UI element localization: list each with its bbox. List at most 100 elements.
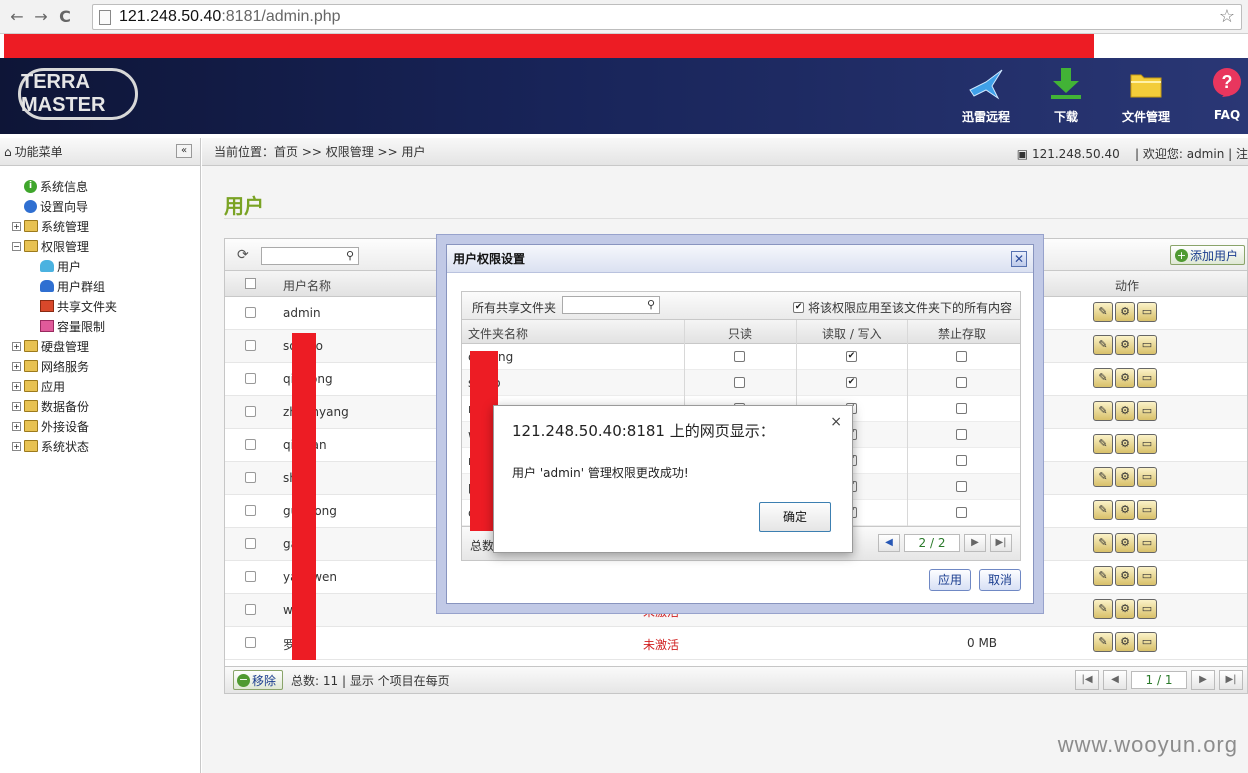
expand-icon[interactable]: + xyxy=(12,361,21,371)
first-page-button[interactable]: |◀ xyxy=(1075,670,1099,690)
quota-icon[interactable]: ▭ xyxy=(1137,302,1157,322)
row-checkbox[interactable] xyxy=(245,373,256,384)
last-page-button[interactable]: ▶| xyxy=(1219,670,1243,690)
search-input[interactable]: ⚲ xyxy=(261,247,359,265)
permission-icon[interactable]: ⚙ xyxy=(1115,434,1135,454)
edit-icon[interactable]: ✎ xyxy=(1093,401,1113,421)
deny-checkbox[interactable] xyxy=(956,429,967,440)
back-button[interactable]: ← xyxy=(6,6,28,28)
edit-icon[interactable]: ✎ xyxy=(1093,467,1113,487)
sidebar-item-external-devices[interactable]: + 外接设备 xyxy=(12,416,200,436)
sidebar-item-system-status[interactable]: + 系统状态 xyxy=(12,436,200,456)
last-page-button[interactable]: ▶| xyxy=(990,534,1012,552)
sidebar-item-applications[interactable]: + 应用 xyxy=(12,376,200,396)
remove-button[interactable]: − 移除 xyxy=(233,670,284,690)
permission-icon[interactable]: ⚙ xyxy=(1115,302,1135,322)
quota-icon[interactable]: ▭ xyxy=(1137,632,1157,652)
quota-icon[interactable]: ▭ xyxy=(1137,500,1157,520)
folder-search-input[interactable]: ⚲ xyxy=(562,296,660,314)
readwrite-checkbox[interactable]: ✔ xyxy=(846,377,857,388)
edit-icon[interactable]: ✎ xyxy=(1093,533,1113,553)
row-checkbox[interactable] xyxy=(245,604,256,615)
sidebar-item-data-backup[interactable]: + 数据备份 xyxy=(12,396,200,416)
quota-icon[interactable]: ▭ xyxy=(1137,467,1157,487)
quota-icon[interactable]: ▭ xyxy=(1137,533,1157,553)
sidebar-item-setup-wizard[interactable]: 设置向导 xyxy=(12,196,200,216)
deny-checkbox[interactable] xyxy=(956,481,967,492)
sidebar-item-permission-management[interactable]: − 权限管理 xyxy=(12,236,200,256)
permission-icon[interactable]: ⚙ xyxy=(1115,599,1135,619)
edit-icon[interactable]: ✎ xyxy=(1093,500,1113,520)
sidebar-item-users[interactable]: 用户 xyxy=(12,256,200,276)
quota-icon[interactable]: ▭ xyxy=(1137,566,1157,586)
row-checkbox[interactable] xyxy=(245,571,256,582)
close-icon[interactable]: ✕ xyxy=(1011,251,1027,267)
collapse-sidebar-button[interactable]: « xyxy=(176,144,192,158)
quota-icon[interactable]: ▭ xyxy=(1137,434,1157,454)
apply-button[interactable]: 应用 xyxy=(929,569,972,591)
sidebar-item-quota[interactable]: 容量限制 xyxy=(12,316,200,336)
sidebar-item-system-info[interactable]: i 系统信息 xyxy=(12,176,200,196)
permission-icon[interactable]: ⚙ xyxy=(1115,368,1135,388)
address-bar[interactable]: 121.248.50.40:8181/admin.php ☆ xyxy=(92,4,1242,30)
sidebar-item-shared-folders[interactable]: 共享文件夹 xyxy=(12,296,200,316)
readwrite-checkbox[interactable]: ✔ xyxy=(846,351,857,362)
edit-icon[interactable]: ✎ xyxy=(1093,632,1113,652)
header-file-manager[interactable]: 文件管理 xyxy=(1111,66,1181,130)
forward-button[interactable]: → xyxy=(30,6,52,28)
table-row[interactable]: 罗未激活 0 MB ✎ ⚙ ▭ xyxy=(225,627,1247,660)
sidebar-item-system-management[interactable]: + 系统管理 xyxy=(12,216,200,236)
edit-icon[interactable]: ✎ xyxy=(1093,434,1113,454)
expand-icon[interactable]: + xyxy=(12,401,21,411)
row-checkbox[interactable] xyxy=(245,406,256,417)
apply-all-checkbox[interactable]: ✔ xyxy=(793,302,805,313)
quota-icon[interactable]: ▭ xyxy=(1137,401,1157,421)
readonly-checkbox[interactable] xyxy=(734,351,745,362)
quota-icon[interactable]: ▭ xyxy=(1137,368,1157,388)
header-download[interactable]: 下载 xyxy=(1031,66,1101,130)
expand-icon[interactable]: + xyxy=(12,421,21,431)
quota-icon[interactable]: ▭ xyxy=(1137,335,1157,355)
permission-icon[interactable]: ⚙ xyxy=(1115,335,1135,355)
permission-icon[interactable]: ⚙ xyxy=(1115,401,1135,421)
permission-icon[interactable]: ⚙ xyxy=(1115,632,1135,652)
add-user-button[interactable]: + 添加用户 xyxy=(1169,245,1245,265)
edit-icon[interactable]: ✎ xyxy=(1093,368,1113,388)
permission-icon[interactable]: ⚙ xyxy=(1115,566,1135,586)
next-page-button[interactable]: ▶ xyxy=(964,534,986,552)
permission-icon[interactable]: ⚙ xyxy=(1115,533,1135,553)
row-checkbox[interactable] xyxy=(245,472,256,483)
row-checkbox[interactable] xyxy=(245,307,256,318)
edit-icon[interactable]: ✎ xyxy=(1093,335,1113,355)
page-indicator[interactable]: 1 / 1 xyxy=(1131,671,1187,689)
next-page-button[interactable]: ▶ xyxy=(1191,670,1215,690)
expand-icon[interactable]: + xyxy=(12,381,21,391)
edit-icon[interactable]: ✎ xyxy=(1093,302,1113,322)
prev-page-button[interactable]: ◀ xyxy=(1103,670,1127,690)
row-checkbox[interactable] xyxy=(245,439,256,450)
sidebar-item-network-services[interactable]: + 网络服务 xyxy=(12,356,200,376)
sidebar-item-disk-management[interactable]: + 硬盘管理 xyxy=(12,336,200,356)
deny-checkbox[interactable] xyxy=(956,507,967,518)
quota-icon[interactable]: ▭ xyxy=(1137,599,1157,619)
collapse-icon[interactable]: − xyxy=(12,241,21,251)
ok-button[interactable]: 确定 xyxy=(759,502,831,532)
deny-checkbox[interactable] xyxy=(956,351,967,362)
row-checkbox[interactable] xyxy=(245,340,256,351)
deny-checkbox[interactable] xyxy=(956,377,967,388)
row-checkbox[interactable] xyxy=(245,637,256,648)
refresh-icon[interactable]: ⟳ xyxy=(237,247,249,263)
permission-icon[interactable]: ⚙ xyxy=(1115,467,1135,487)
reload-button[interactable]: C xyxy=(54,6,76,28)
expand-icon[interactable]: + xyxy=(12,441,21,451)
header-thunder-remote[interactable]: 迅雷远程 xyxy=(951,66,1021,130)
deny-checkbox[interactable] xyxy=(956,455,967,466)
header-faq[interactable]: ? FAQ xyxy=(1192,66,1248,130)
close-icon[interactable]: × xyxy=(830,414,842,430)
sidebar-item-user-groups[interactable]: 用户群组 xyxy=(12,276,200,296)
row-checkbox[interactable] xyxy=(245,505,256,516)
row-checkbox[interactable] xyxy=(245,538,256,549)
select-all-checkbox[interactable] xyxy=(245,278,256,289)
permission-icon[interactable]: ⚙ xyxy=(1115,500,1135,520)
deny-checkbox[interactable] xyxy=(956,403,967,414)
